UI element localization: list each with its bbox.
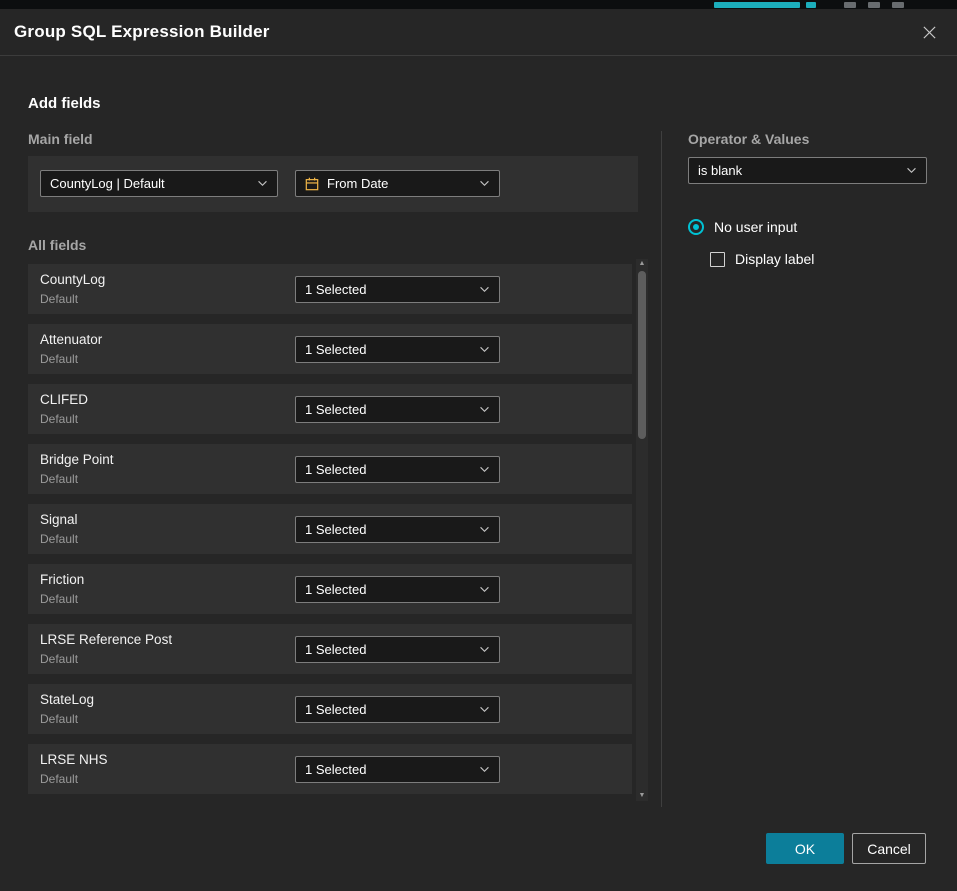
chevron-down-icon [479,586,490,593]
field-selected-dropdown-label: 1 Selected [305,702,366,717]
calendar-icon [305,177,319,191]
field-sublabel: Default [40,472,78,486]
field-name: Bridge Point [40,452,114,467]
no-user-input-radio[interactable]: No user input [688,219,797,235]
field-selected-dropdown[interactable]: 1 Selected [295,276,500,303]
field-selected-dropdown[interactable]: 1 Selected [295,396,500,423]
app-underlay-fragment [714,2,800,8]
field-row: Attenuator Default 1 Selected [28,324,632,374]
dialog-title: Group SQL Expression Builder [14,22,270,42]
display-label-label: Display label [735,251,814,267]
chevron-down-icon [479,406,490,413]
chevron-down-icon [257,180,268,187]
scrollbar[interactable]: ▲ ▼ [636,259,648,801]
field-name: Signal [40,512,78,527]
chevron-down-icon [479,466,490,473]
vertical-divider [661,131,662,807]
field-name: LRSE NHS [40,752,108,767]
field-sublabel: Default [40,652,78,666]
field-selected-dropdown-label: 1 Selected [305,642,366,657]
field-sublabel: Default [40,772,78,786]
field-selected-dropdown-label: 1 Selected [305,462,366,477]
field-selected-dropdown-label: 1 Selected [305,582,366,597]
chevron-down-icon [479,286,490,293]
main-field-label: Main field [28,131,93,147]
field-selected-dropdown-label: 1 Selected [305,342,366,357]
scrollbar-thumb[interactable] [638,271,646,439]
close-icon[interactable] [915,18,943,46]
field-selected-dropdown[interactable]: 1 Selected [295,756,500,783]
app-underlay-fragment [868,2,880,8]
ok-button[interactable]: OK [766,833,844,864]
field-row: LRSE Reference Post Default 1 Selected [28,624,632,674]
field-selected-dropdown-label: 1 Selected [305,282,366,297]
field-sublabel: Default [40,292,78,306]
field-selected-dropdown[interactable]: 1 Selected [295,576,500,603]
field-name: CLIFED [40,392,88,407]
field-sublabel: Default [40,352,78,366]
field-row: CLIFED Default 1 Selected [28,384,632,434]
field-sublabel: Default [40,412,78,426]
all-fields-label: All fields [28,237,86,253]
field-selected-dropdown[interactable]: 1 Selected [295,456,500,483]
field-selected-dropdown[interactable]: 1 Selected [295,696,500,723]
field-name: StateLog [40,692,94,707]
field-row: StateLog Default 1 Selected [28,684,632,734]
chevron-down-icon [479,646,490,653]
field-row: LRSE NHS Default 1 Selected [28,744,632,794]
display-label-checkbox[interactable]: Display label [710,251,814,267]
radio-selected-icon [688,219,704,235]
app-underlay-fragment [806,2,816,8]
main-field-panel: CountyLog | Default From Date [28,156,638,212]
field-sublabel: Default [40,592,78,606]
app-underlay-strip [0,0,957,9]
scrollbar-up-arrow[interactable]: ▲ [636,260,648,268]
chevron-down-icon [479,706,490,713]
operator-values-heading: Operator & Values [688,131,809,147]
main-layer-select-value: CountyLog | Default [50,176,165,191]
field-selected-dropdown-label: 1 Selected [305,522,366,537]
field-name: Attenuator [40,332,102,347]
field-name: Friction [40,572,84,587]
field-name: CountyLog [40,272,105,287]
main-field-select-value: From Date [327,176,388,191]
checkbox-unchecked-icon [710,252,725,267]
close-x-glyph [922,25,937,40]
screen: Group SQL Expression Builder Add fields … [0,0,957,891]
no-user-input-label: No user input [714,219,797,235]
field-selected-dropdown[interactable]: 1 Selected [295,636,500,663]
field-row: Friction Default 1 Selected [28,564,632,614]
operator-select-value: is blank [698,163,742,178]
chevron-down-icon [479,526,490,533]
field-name: LRSE Reference Post [40,632,172,647]
cancel-button[interactable]: Cancel [852,833,926,864]
field-sublabel: Default [40,532,78,546]
app-underlay-fragment [844,2,856,8]
field-selected-dropdown[interactable]: 1 Selected [295,336,500,363]
add-fields-heading: Add fields [28,95,101,112]
field-row: Signal Default 1 Selected [28,504,632,554]
group-sql-expression-builder-dialog: Group SQL Expression Builder Add fields … [0,9,957,891]
scrollbar-down-arrow[interactable]: ▼ [636,792,648,800]
field-selected-dropdown-label: 1 Selected [305,402,366,417]
field-selected-dropdown-label: 1 Selected [305,762,366,777]
main-layer-select[interactable]: CountyLog | Default [40,170,278,197]
field-sublabel: Default [40,712,78,726]
field-row: CountyLog Default 1 Selected [28,264,632,314]
field-selected-dropdown[interactable]: 1 Selected [295,516,500,543]
operator-select[interactable]: is blank [688,157,927,184]
chevron-down-icon [479,180,490,187]
field-row: Bridge Point Default 1 Selected [28,444,632,494]
main-field-select[interactable]: From Date [295,170,500,197]
chevron-down-icon [479,346,490,353]
app-underlay-fragment [892,2,904,8]
chevron-down-icon [906,167,917,174]
all-fields-list: CountyLog Default 1 Selected Attenuator … [28,264,632,794]
chevron-down-icon [479,766,490,773]
dialog-header: Group SQL Expression Builder [0,9,957,56]
